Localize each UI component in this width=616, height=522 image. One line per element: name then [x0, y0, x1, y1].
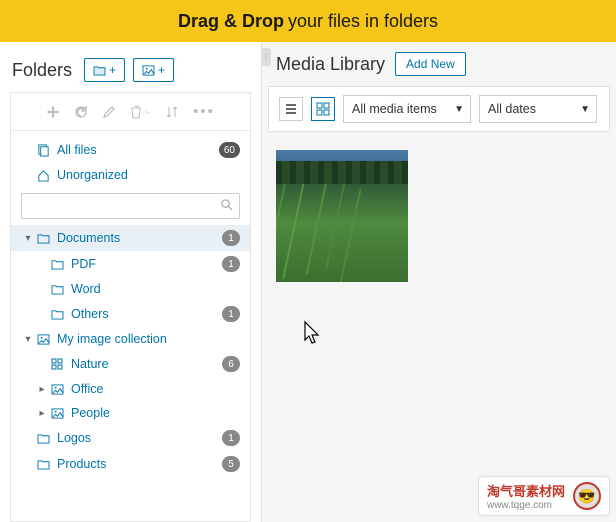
sort-icon[interactable]: [165, 105, 179, 119]
sidebar: Folders + + ••• All files 60 Unorganized: [0, 42, 262, 522]
tree-item-label: Unorganized: [57, 168, 240, 182]
tree-item-people[interactable]: ▸ People: [11, 401, 250, 425]
sidebar-header: Folders + +: [0, 48, 261, 92]
tree-item-label: Logos: [57, 431, 222, 445]
tree-item-documents[interactable]: ▾ Documents 1: [11, 225, 250, 251]
tree-item-nature[interactable]: Nature 6: [11, 351, 250, 377]
search-icon: [220, 198, 233, 211]
count-badge: 5: [222, 456, 240, 472]
watermark-face-icon: 😎: [573, 482, 601, 510]
date-filter[interactable]: All dates▼: [479, 95, 597, 123]
edit-icon[interactable]: [102, 105, 116, 119]
reload-icon[interactable]: [74, 105, 88, 119]
content: ⋮ Media Library Add New All media items▼…: [262, 42, 616, 522]
more-icon[interactable]: •••: [193, 103, 215, 120]
tree-item-label: Word: [71, 282, 240, 296]
list-icon: [284, 102, 298, 116]
chevron-down-icon: ▼: [580, 104, 590, 115]
sidebar-title: Folders: [12, 60, 72, 81]
tree-item-label: All files: [57, 143, 219, 157]
tree-item-office[interactable]: ▸ Office: [11, 377, 250, 401]
tree-item-others[interactable]: Others 1: [11, 301, 250, 327]
content-header: Media Library Add New: [262, 42, 616, 86]
tree-item-pdf[interactable]: PDF 1: [11, 251, 250, 277]
folder-icon: [49, 309, 65, 320]
media-type-filter[interactable]: All media items▼: [343, 95, 471, 123]
tree-item-label: My image collection: [57, 332, 240, 346]
new-gallery-button[interactable]: +: [133, 58, 174, 82]
tree-item-label: Products: [57, 457, 222, 471]
chevron-icon: ▾: [21, 334, 35, 345]
folder-icon: [49, 259, 65, 270]
tree-item-label: Office: [71, 382, 240, 396]
chevron-icon: ▸: [35, 408, 49, 419]
folder-icon: [35, 433, 51, 444]
grid-view-button[interactable]: [311, 97, 335, 121]
media-grid: [262, 132, 616, 300]
gallery-icon: [35, 334, 51, 345]
gallery-icon: [49, 408, 65, 419]
count-badge: 1: [222, 256, 240, 272]
delete-icon[interactable]: [130, 105, 151, 119]
tree-item-label: People: [71, 406, 240, 420]
count-badge: 1: [222, 306, 240, 322]
folder-tree: All files 60 Unorganized ▾ Documents 1 P…: [10, 131, 251, 522]
chevron-icon: ▸: [35, 384, 49, 395]
tree-item-label: Documents: [57, 231, 222, 245]
grid-icon: [49, 358, 65, 370]
tree-item-all-files[interactable]: All files 60: [11, 137, 250, 163]
banner-rest: your files in folders: [288, 11, 438, 32]
tree-item-unorganized[interactable]: Unorganized: [11, 163, 250, 187]
gallery-icon: [142, 65, 155, 76]
home-icon: [35, 169, 51, 182]
tree-item-label: PDF: [71, 257, 222, 271]
chevron-icon: ▾: [21, 233, 35, 244]
folder-icon: [35, 233, 51, 244]
folder-icon: [35, 459, 51, 470]
folder-search-input[interactable]: [21, 193, 240, 219]
count-badge: 1: [222, 430, 240, 446]
main: Folders + + ••• All files 60 Unorganized: [0, 42, 616, 522]
banner-bold: Drag & Drop: [178, 11, 284, 32]
resize-handle[interactable]: ⋮: [261, 48, 271, 66]
content-title: Media Library: [276, 54, 385, 75]
tree-item-logos[interactable]: Logos 1: [11, 425, 250, 451]
list-view-button[interactable]: [279, 97, 303, 121]
count-badge: 6: [222, 356, 240, 372]
folder-search: [21, 193, 240, 219]
tree-item-word[interactable]: Word: [11, 277, 250, 301]
banner: Drag & Drop your files in folders: [0, 0, 616, 42]
tree-item-label: Nature: [71, 357, 222, 371]
files-icon: [35, 144, 51, 157]
new-folder-button[interactable]: +: [84, 58, 125, 82]
watermark: 淘气哥素材网 www.tqge.com 😎: [478, 476, 610, 516]
folder-toolbar: •••: [10, 92, 251, 131]
folder-icon: [93, 65, 106, 76]
move-icon[interactable]: [46, 105, 60, 119]
add-new-button[interactable]: Add New: [395, 52, 466, 76]
media-thumbnail[interactable]: [276, 150, 408, 282]
chevron-down-icon: ▼: [454, 104, 464, 115]
tree-item-products[interactable]: Products 5: [11, 451, 250, 477]
tree-item-my-image-collection[interactable]: ▾ My image collection: [11, 327, 250, 351]
count-badge: 60: [219, 142, 240, 158]
folder-icon: [49, 284, 65, 295]
count-badge: 1: [222, 230, 240, 246]
filter-bar: All media items▼ All dates▼: [268, 86, 610, 132]
gallery-icon: [49, 384, 65, 395]
grid-icon: [316, 102, 330, 116]
tree-item-label: Others: [71, 307, 222, 321]
